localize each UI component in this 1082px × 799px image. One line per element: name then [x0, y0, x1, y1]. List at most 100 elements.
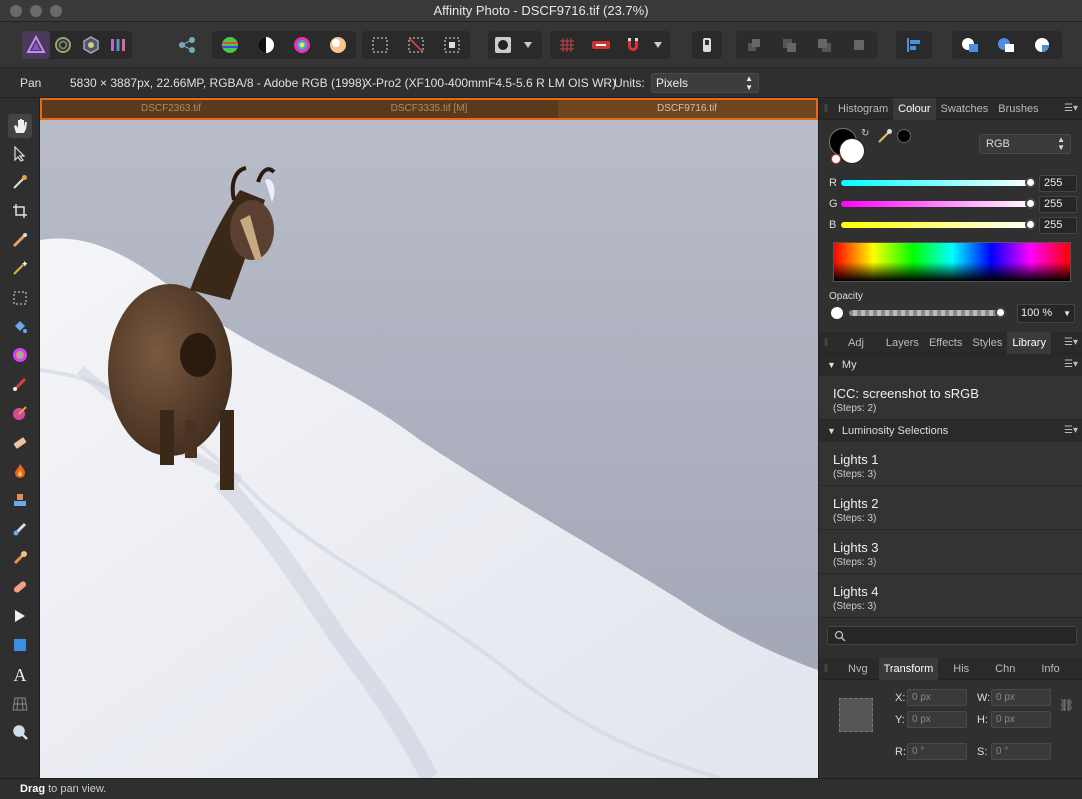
rectangle-tool-icon[interactable]	[8, 633, 32, 657]
colour-spectrum[interactable]	[833, 242, 1071, 282]
quick-mask-icon[interactable]	[488, 31, 518, 59]
no-colour-icon[interactable]	[831, 154, 841, 164]
tab-swatches[interactable]: Swatches	[936, 98, 994, 120]
flood-fill-tool-icon[interactable]	[8, 315, 32, 339]
tab-info[interactable]: Info	[1036, 658, 1064, 680]
list-item[interactable]: Lights 3 (Steps: 3)	[819, 530, 1082, 574]
liquify-persona-icon[interactable]	[50, 31, 78, 59]
tab-colour[interactable]: Colour	[893, 97, 936, 120]
share-icon[interactable]	[172, 31, 202, 59]
levels-icon[interactable]	[212, 31, 248, 59]
green-slider[interactable]	[841, 198, 1036, 209]
move-to-back-icon[interactable]	[736, 31, 771, 59]
blue-value[interactable]: 255	[1039, 217, 1077, 234]
list-item[interactable]: ICC: screenshot to sRGB (Steps: 2)	[819, 376, 1082, 420]
color-replacement-tool-icon[interactable]	[8, 401, 32, 425]
grip-icon[interactable]: ‖	[819, 103, 833, 115]
deselect-icon[interactable]	[398, 31, 434, 59]
marquee-icon[interactable]	[362, 31, 398, 59]
opacity-field[interactable]: 100 % ▼	[1017, 304, 1075, 323]
section-menu-icon[interactable]: ☰▾	[1064, 420, 1078, 442]
document-tab[interactable]: DSCF3335.tif [M]	[300, 100, 558, 118]
tab-layers[interactable]: Layers	[881, 332, 924, 354]
burn-brush-tool-icon[interactable]	[8, 459, 32, 483]
document-tab-active[interactable]: DSCF9716.tif	[558, 100, 816, 118]
list-item[interactable]: Lights 2 (Steps: 3)	[819, 486, 1082, 530]
hsl-icon[interactable]	[284, 31, 320, 59]
shear-field[interactable]: 0 °	[991, 743, 1051, 760]
node-tool-icon[interactable]	[8, 604, 32, 628]
h-field[interactable]: 0 px	[991, 711, 1051, 728]
subtract-shapes-icon[interactable]	[988, 31, 1024, 59]
panel-menu-icon[interactable]: ☰▾	[1064, 337, 1078, 348]
green-slider-knob[interactable]	[1025, 198, 1036, 209]
text-tool-icon[interactable]: A	[8, 663, 32, 687]
library-search-input[interactable]	[827, 626, 1077, 645]
move-to-front-icon[interactable]	[841, 31, 876, 59]
tab-navigator[interactable]: Nvg	[843, 658, 873, 680]
chevron-down-icon[interactable]	[518, 31, 538, 59]
force-pixel-alignment-icon[interactable]	[692, 31, 722, 59]
blue-slider-knob[interactable]	[1025, 219, 1036, 230]
tab-channels[interactable]: Chn	[990, 658, 1020, 680]
panel-menu-icon[interactable]: ☰▾	[1064, 103, 1078, 114]
tone-mapping-persona-icon[interactable]	[105, 31, 133, 59]
zoom-window-button[interactable]	[50, 5, 62, 17]
eyedropper-icon[interactable]	[877, 128, 893, 147]
color-picker-tool-icon[interactable]	[8, 170, 32, 194]
hand-tool-icon[interactable]	[8, 114, 32, 138]
tab-library[interactable]: Library	[1007, 331, 1051, 354]
gradient-tool-icon[interactable]	[8, 343, 32, 367]
move-forward-icon[interactable]	[806, 31, 841, 59]
grip-icon[interactable]: ‖	[819, 337, 833, 349]
tab-effects[interactable]: Effects	[924, 332, 967, 354]
align-icon[interactable]	[896, 31, 932, 59]
patch-tool-icon[interactable]	[8, 575, 32, 599]
add-shapes-icon[interactable]	[952, 31, 988, 59]
x-field[interactable]: 0 px	[907, 689, 967, 706]
secondary-colour-well[interactable]	[839, 138, 865, 164]
magnet-icon[interactable]	[618, 31, 648, 59]
paint-brush-tool-icon[interactable]	[8, 372, 32, 396]
opacity-slider-knob[interactable]	[995, 307, 1006, 318]
units-select[interactable]: Pixels ▲ ▼	[651, 73, 759, 93]
link-icon[interactable]: ⛓	[1059, 698, 1074, 712]
erase-brush-tool-icon[interactable]	[8, 430, 32, 454]
crop-tool-icon[interactable]	[8, 199, 32, 223]
disclosure-triangle-icon[interactable]: ▼	[827, 354, 836, 376]
tab-history[interactable]: His	[948, 658, 974, 680]
inpainting-tool-icon[interactable]	[8, 546, 32, 570]
white-balance-icon[interactable]	[320, 31, 356, 59]
move-tool-icon[interactable]	[8, 142, 32, 166]
marquee-tool-icon[interactable]	[8, 286, 32, 310]
zoom-tool-icon[interactable]	[8, 720, 32, 744]
w-field[interactable]: 0 px	[991, 689, 1051, 706]
move-back-icon[interactable]	[771, 31, 806, 59]
rotation-field[interactable]: 0 °	[907, 743, 967, 760]
tab-adjustments[interactable]: Adj	[843, 332, 869, 354]
tab-brushes[interactable]: Brushes	[993, 98, 1043, 120]
flood-select-tool-icon[interactable]: ✦	[8, 256, 32, 280]
selection-brush-tool-icon[interactable]	[8, 228, 32, 252]
list-item[interactable]: Lights 1 (Steps: 3)	[819, 442, 1082, 486]
minimize-window-button[interactable]	[30, 5, 42, 17]
close-window-button[interactable]	[10, 5, 22, 17]
colour-model-select[interactable]: RGB ▲ ▼	[979, 134, 1071, 154]
chevron-down-icon[interactable]: ▼	[1063, 305, 1071, 322]
tab-styles[interactable]: Styles	[967, 332, 1007, 354]
red-slider-knob[interactable]	[1025, 177, 1036, 188]
library-section-my[interactable]: ▼ My ☰▾	[819, 354, 1082, 376]
section-menu-icon[interactable]: ☰▾	[1064, 354, 1078, 376]
library-section-luminosity[interactable]: ▼ Luminosity Selections ☰▾	[819, 420, 1082, 442]
document-canvas[interactable]	[40, 120, 818, 778]
healing-brush-tool-icon[interactable]	[8, 517, 32, 541]
black-white-icon[interactable]	[248, 31, 284, 59]
intersect-shapes-icon[interactable]	[1024, 31, 1060, 59]
invert-selection-icon[interactable]	[434, 31, 470, 59]
red-value[interactable]: 255	[1039, 175, 1077, 192]
assistant-icon[interactable]	[584, 31, 618, 59]
anchor-selector[interactable]	[839, 698, 873, 732]
blue-slider[interactable]	[841, 219, 1036, 230]
clone-brush-tool-icon[interactable]	[8, 488, 32, 512]
swap-colours-icon[interactable]: ↻	[861, 128, 869, 139]
